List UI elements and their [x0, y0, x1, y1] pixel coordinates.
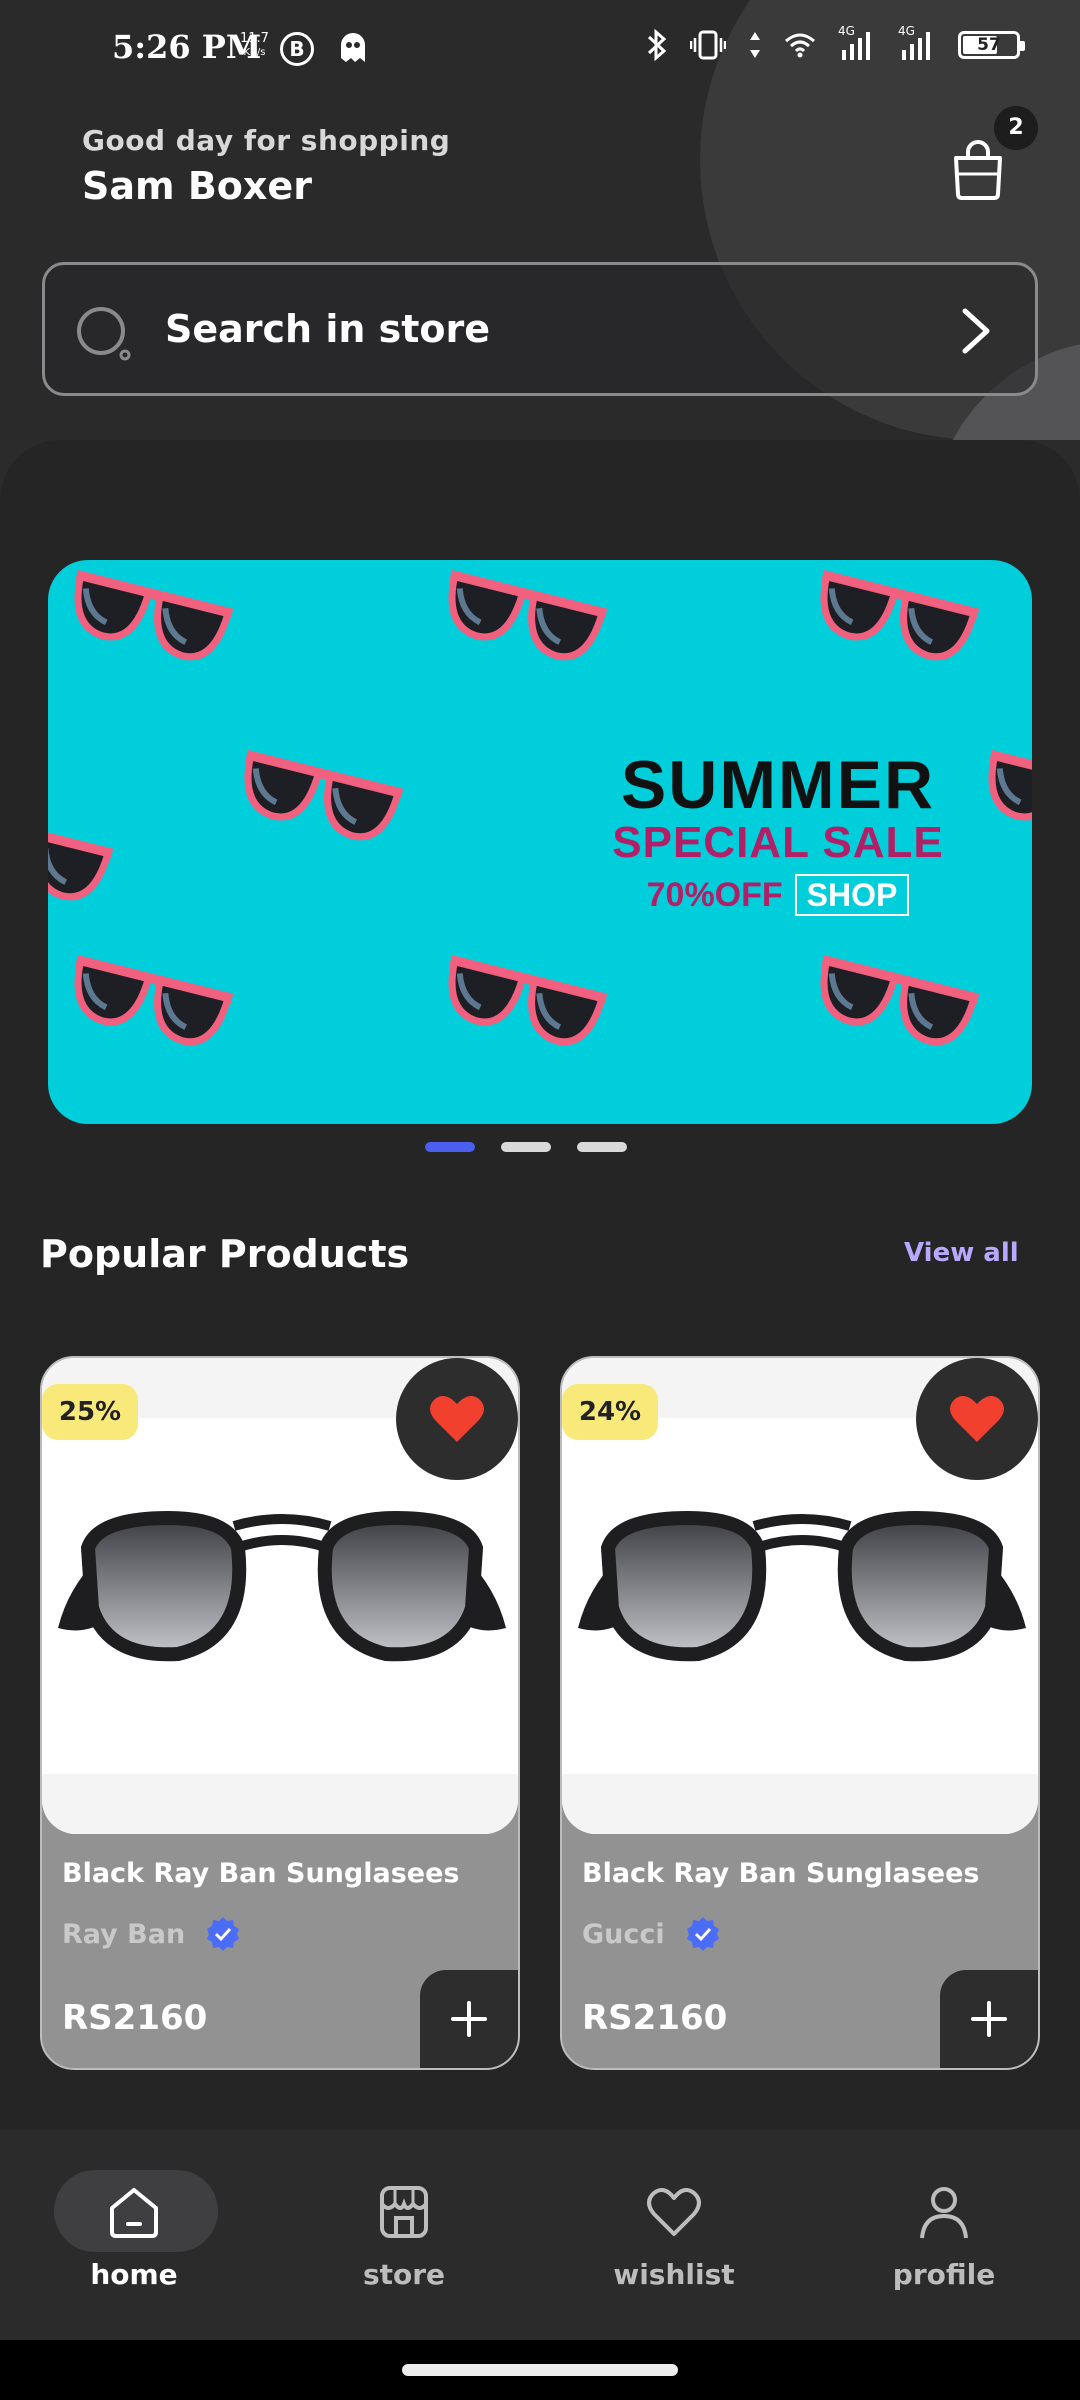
- verified-badge-icon: [207, 1917, 240, 1951]
- banner-text: SUMMER SPECIAL SALE 70%OFF SHOP: [568, 750, 988, 916]
- carousel-dot[interactable]: [577, 1142, 627, 1152]
- nav-profile[interactable]: profile: [834, 2170, 1054, 2291]
- nav-label: home: [90, 2258, 178, 2291]
- product-card[interactable]: 24% Black Ray Ban Sunglasees Gucci RS216…: [560, 1356, 1040, 2070]
- heart-outline-icon: [647, 2187, 701, 2236]
- search-bar[interactable]: Search in store: [42, 262, 1038, 396]
- cart-count-badge: 2: [994, 106, 1038, 150]
- ghost-icon: [341, 33, 365, 62]
- favorite-button[interactable]: [916, 1358, 1038, 1480]
- bottom-navigation: home store wishlist profile: [0, 2130, 1080, 2340]
- heart-filled-icon: [950, 1395, 1004, 1442]
- add-to-cart-button[interactable]: [420, 1970, 518, 2068]
- nav-label: profile: [892, 2258, 996, 2291]
- brand-name: Gucci: [582, 1918, 665, 1950]
- wifi-icon: [785, 33, 815, 58]
- nav-store[interactable]: store: [294, 2170, 514, 2291]
- status-icons: 4G 4G 57: [646, 24, 1025, 62]
- product-brand: Gucci: [582, 1916, 721, 1952]
- brand-name: Ray Ban: [62, 1918, 186, 1950]
- product-price: RS2160: [582, 1998, 728, 2038]
- heart-filled-icon: [430, 1395, 484, 1442]
- carousel-dot-active[interactable]: [425, 1142, 475, 1152]
- product-price: RS2160: [62, 1998, 208, 2038]
- discount-badge: 24%: [562, 1384, 658, 1440]
- battery-level: 57: [977, 35, 1001, 55]
- user-icon: [920, 2187, 968, 2239]
- data-arrows-icon: [750, 32, 760, 58]
- banner-shop-button[interactable]: SHOP: [794, 874, 910, 916]
- network-speed-value: 11.7: [240, 31, 269, 46]
- banner-subheadline: SPECIAL SALE: [612, 818, 944, 867]
- vibrate-icon: [690, 30, 726, 60]
- network-speed-unit: KB/s: [243, 47, 266, 58]
- nav-wishlist[interactable]: wishlist: [564, 2170, 784, 2291]
- banner-headline: SUMMER: [620, 747, 936, 823]
- gesture-bar[interactable]: [402, 2364, 678, 2376]
- discount-badge: 25%: [42, 1384, 138, 1440]
- promo-banner[interactable]: SUMMER SPECIAL SALE 70%OFF SHOP: [48, 560, 1032, 1124]
- product-name: Black Ray Ban Sunglasees: [62, 1858, 460, 1889]
- plus-icon: [451, 2001, 487, 2037]
- banner-discount: 70%OFF: [646, 875, 783, 914]
- favorite-button[interactable]: [396, 1358, 518, 1480]
- carousel-dot[interactable]: [501, 1142, 551, 1152]
- status-time: 5:26 PM: [112, 28, 262, 66]
- sunglasses-image: [578, 1510, 1026, 1662]
- signal-2: 4G: [898, 24, 936, 62]
- plus-icon: [971, 2001, 1007, 2037]
- signal-1: 4G: [838, 24, 876, 62]
- status-bar: 5:26 PM 11.7 KB/s B 4G 4G 57: [0, 0, 1080, 96]
- username: Sam Boxer: [82, 164, 312, 208]
- product-brand: Ray Ban: [62, 1916, 241, 1952]
- nav-home[interactable]: home: [24, 2170, 244, 2291]
- view-all-link[interactable]: View all: [904, 1238, 1019, 1268]
- greeting-text: Good day for shopping: [82, 124, 451, 157]
- search-placeholder: Search in store: [165, 307, 491, 351]
- chevron-right-icon[interactable]: [949, 303, 1001, 359]
- add-to-cart-button[interactable]: [940, 1970, 1038, 2068]
- nav-label: wishlist: [613, 2258, 735, 2291]
- product-card[interactable]: 25% Black Ray Ban Sunglasees Ray Ban RS2…: [40, 1356, 520, 2070]
- product-name: Black Ray Ban Sunglasees: [582, 1858, 980, 1889]
- home-icon: [110, 2188, 158, 2238]
- verified-badge-icon: [686, 1917, 719, 1951]
- network-speed: 11.7 KB/s: [240, 32, 269, 60]
- search-icon: [77, 307, 131, 361]
- nav-label: store: [362, 2258, 446, 2291]
- signal-bars-icon: [902, 32, 930, 60]
- header: 5:26 PM 11.7 KB/s B 4G 4G 57 Good day fo…: [0, 0, 1080, 440]
- bluetooth-icon: [647, 28, 667, 62]
- signal-bars-icon: [842, 32, 870, 60]
- store-icon: [380, 2186, 428, 2238]
- carousel-indicator: [425, 1142, 627, 1152]
- sunglasses-image: [58, 1510, 506, 1662]
- battery-icon: 57: [958, 31, 1025, 59]
- shopping-bag-icon[interactable]: [948, 136, 1008, 200]
- section-title: Popular Products: [40, 1232, 410, 1276]
- b-app-icon: B: [280, 32, 314, 66]
